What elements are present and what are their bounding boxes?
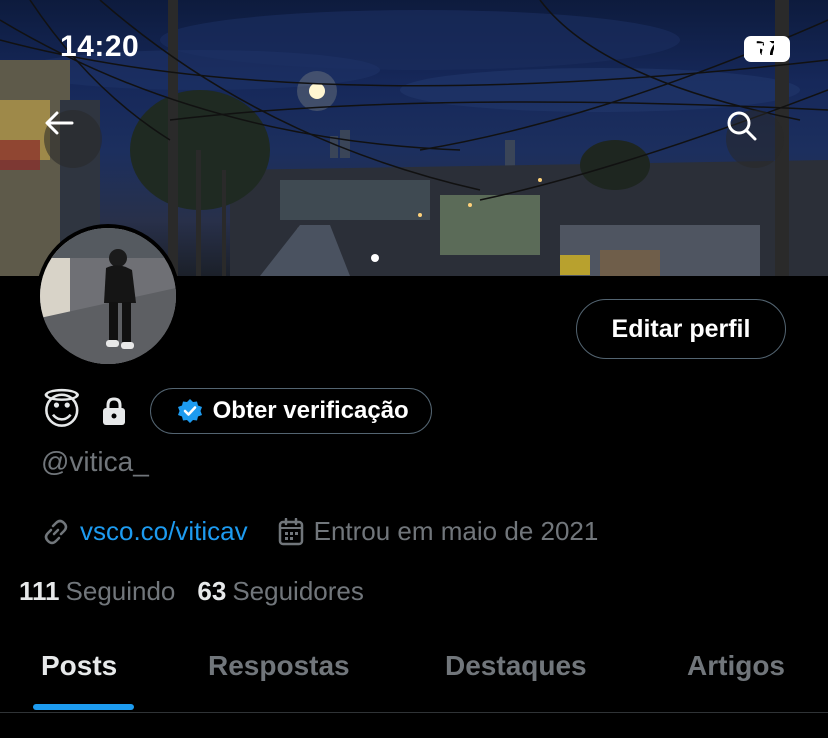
joined-date: Entrou em maio de 2021 — [313, 516, 599, 546]
display-name-emoji: 😇 — [42, 389, 82, 433]
followers-count: 63 — [197, 576, 227, 606]
get-verified-button[interactable]: Obter verificação — [149, 388, 432, 434]
search-icon — [727, 111, 757, 141]
verified-badge-icon — [177, 399, 202, 423]
back-arrow-icon — [45, 111, 74, 135]
following-label: Seguindo — [65, 576, 176, 606]
get-verified-label: Obter verificação — [212, 397, 409, 424]
followers-label: Seguidores — [232, 576, 364, 606]
wifi-icon — [744, 37, 772, 58]
profile-tabs: Posts Respostas Destaques Artigos — [0, 636, 828, 713]
follow-stats: 111 Seguindo 63 Seguidores — [19, 576, 364, 607]
status-indicators: 77 — [744, 36, 790, 62]
followers-link[interactable]: 63 Seguidores — [197, 576, 363, 607]
active-tab-indicator — [33, 704, 134, 710]
tab-artigos[interactable]: Artigos — [687, 650, 785, 682]
tab-destaques[interactable]: Destaques — [445, 650, 587, 682]
back-button[interactable] — [44, 110, 102, 168]
status-time: 14:20 — [60, 30, 140, 63]
calendar-icon — [278, 517, 303, 545]
website-link[interactable]: vsco.co/viticav — [80, 516, 248, 547]
following-link[interactable]: 111 Seguindo — [19, 576, 175, 607]
profile-name-row: 😇 Obter verificação — [42, 386, 432, 436]
avatar[interactable] — [36, 224, 180, 368]
edit-profile-button[interactable]: Editar perfil — [576, 299, 786, 359]
avatar-photo — [40, 228, 176, 364]
following-count: 111 — [19, 576, 60, 606]
tab-posts[interactable]: Posts — [41, 650, 117, 682]
profile-meta: vsco.co/viticav Entrou em maio de 2021 — [42, 516, 598, 547]
lock-icon — [102, 397, 125, 425]
link-icon — [44, 519, 68, 544]
search-button[interactable] — [726, 110, 784, 168]
tab-respostas[interactable]: Respostas — [208, 650, 350, 682]
profile-handle: @vitica_ — [41, 446, 149, 477]
